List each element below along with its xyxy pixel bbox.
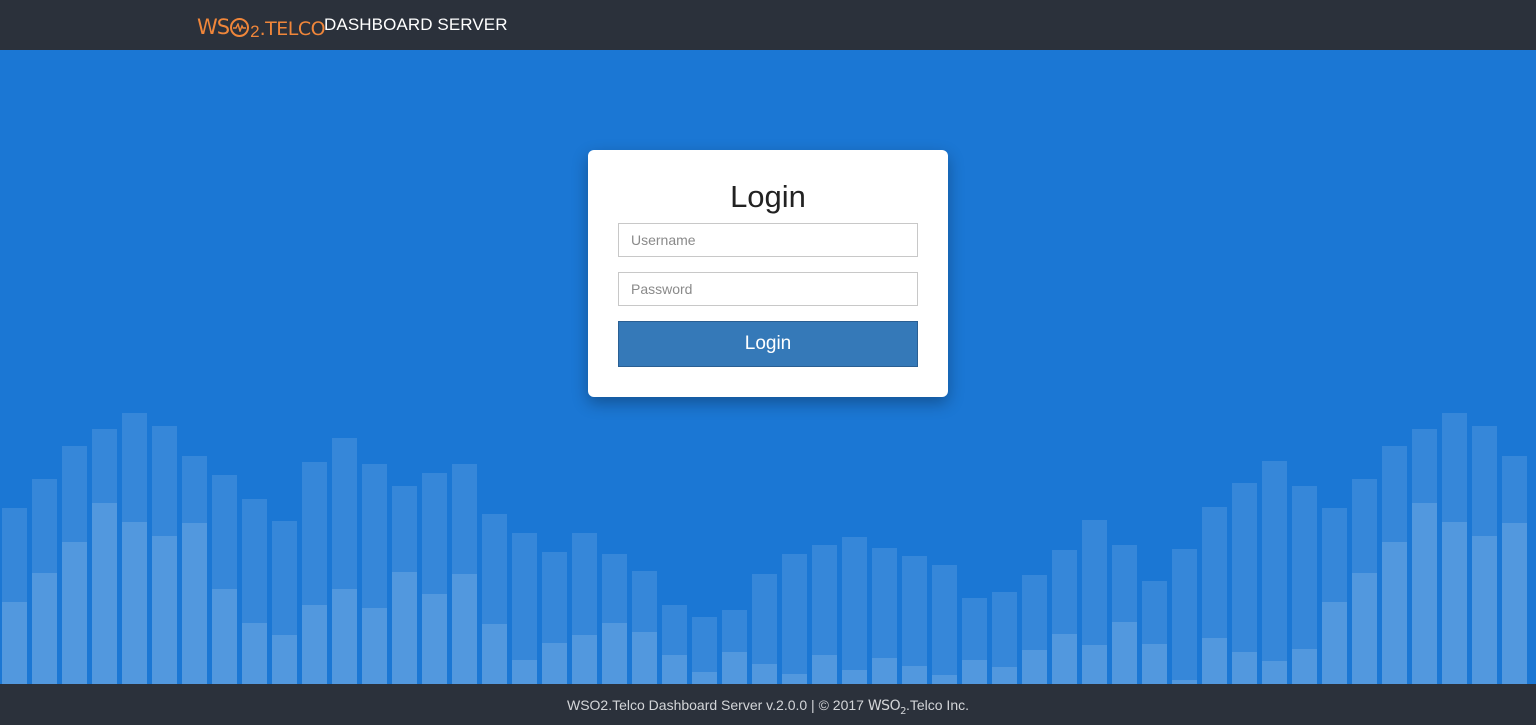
username-field[interactable] — [618, 223, 918, 257]
background-bar-inner — [392, 572, 417, 684]
login-title: Login — [730, 179, 806, 214]
background-bar-inner — [1112, 622, 1137, 684]
background-bar-inner — [1142, 644, 1167, 684]
background-bar-inner — [2, 602, 27, 684]
footer-text: WSO2.Telco Dashboard Server v.2.0.0 | © … — [0, 696, 1536, 717]
background-bar-inner — [272, 635, 297, 684]
background-bar-inner — [752, 664, 777, 684]
background-bar-inner — [782, 674, 807, 684]
background-bar-inner — [482, 624, 507, 684]
background-bar-inner — [1232, 652, 1257, 684]
background-bar-inner — [542, 643, 567, 684]
background-bar-inner — [452, 574, 477, 684]
background-bar-inner — [242, 623, 267, 684]
background-bar-inner — [302, 605, 327, 684]
background-bar-inner — [1352, 573, 1377, 684]
app-title: DASHBOARD SERVER — [324, 15, 508, 34]
background-bar-inner — [1412, 503, 1437, 684]
background-bar-inner — [422, 594, 447, 684]
background-bar — [842, 537, 867, 684]
footer-logo: WSO2 — [867, 698, 907, 717]
wso2-telco-logo[interactable]: WS 2 .TELCO — [197, 12, 326, 42]
background-bar-inner — [962, 660, 987, 684]
background-bar — [1262, 461, 1287, 684]
main-area: Login Login — [0, 50, 1536, 684]
background-bar — [782, 554, 807, 684]
background-bar-inner — [1292, 649, 1317, 684]
background-bar-inner — [1472, 536, 1497, 684]
background-bar-inner — [842, 670, 867, 684]
background-bar-inner — [332, 589, 357, 684]
background-bar-inner — [872, 658, 897, 684]
background-bar-inner — [152, 536, 177, 684]
background-bar-inner — [1262, 661, 1287, 684]
background-bar-inner — [902, 666, 927, 684]
password-field[interactable] — [618, 272, 918, 306]
background-bar-inner — [62, 542, 87, 684]
background-bar-inner — [992, 667, 1017, 684]
background-bar-inner — [122, 522, 147, 684]
background-bar-inner — [1082, 645, 1107, 684]
background-bar-inner — [362, 608, 387, 684]
background-bar-inner — [182, 523, 207, 684]
footer-company: .Telco Inc. — [905, 697, 969, 713]
background-bar — [1172, 549, 1197, 684]
top-header: WS 2 .TELCO DASHBOARD SERVER — [0, 0, 1536, 50]
background-bar-inner — [662, 655, 687, 684]
logo-subscript: 2 — [250, 22, 260, 41]
background-bar-inner — [932, 675, 957, 684]
background-bar-inner — [1442, 522, 1467, 684]
background-bar-inner — [1052, 634, 1077, 684]
background-bar-inner — [92, 503, 117, 684]
background-bar-inner — [1202, 638, 1227, 684]
logo-ws: WS — [197, 15, 230, 39]
background-bar-inner — [692, 672, 717, 684]
background-bar-inner — [32, 573, 57, 684]
background-bar-inner — [812, 655, 837, 684]
footer: WSO2.Telco Dashboard Server v.2.0.0 | © … — [0, 684, 1536, 725]
background-bar-inner — [632, 632, 657, 684]
login-card: Login Login — [588, 150, 948, 397]
footer-copyright: WSO2.Telco Dashboard Server v.2.0.0 | © … — [566, 697, 868, 713]
background-bar-inner — [1502, 523, 1527, 684]
logo-telco: .TELCO — [259, 18, 326, 40]
background-bar-inner — [1382, 542, 1407, 684]
background-bar-inner — [1322, 602, 1347, 684]
background-bar-inner — [572, 635, 597, 684]
logo-pulse-icon — [230, 17, 250, 37]
background-bar-inner — [1022, 650, 1047, 684]
background-bar-inner — [602, 623, 627, 684]
background-bar-inner — [212, 589, 237, 684]
background-bar — [932, 565, 957, 684]
login-button[interactable]: Login — [618, 321, 918, 367]
background-bar-inner — [722, 652, 747, 684]
background-bar — [902, 556, 927, 684]
background-bar-inner — [512, 660, 537, 684]
